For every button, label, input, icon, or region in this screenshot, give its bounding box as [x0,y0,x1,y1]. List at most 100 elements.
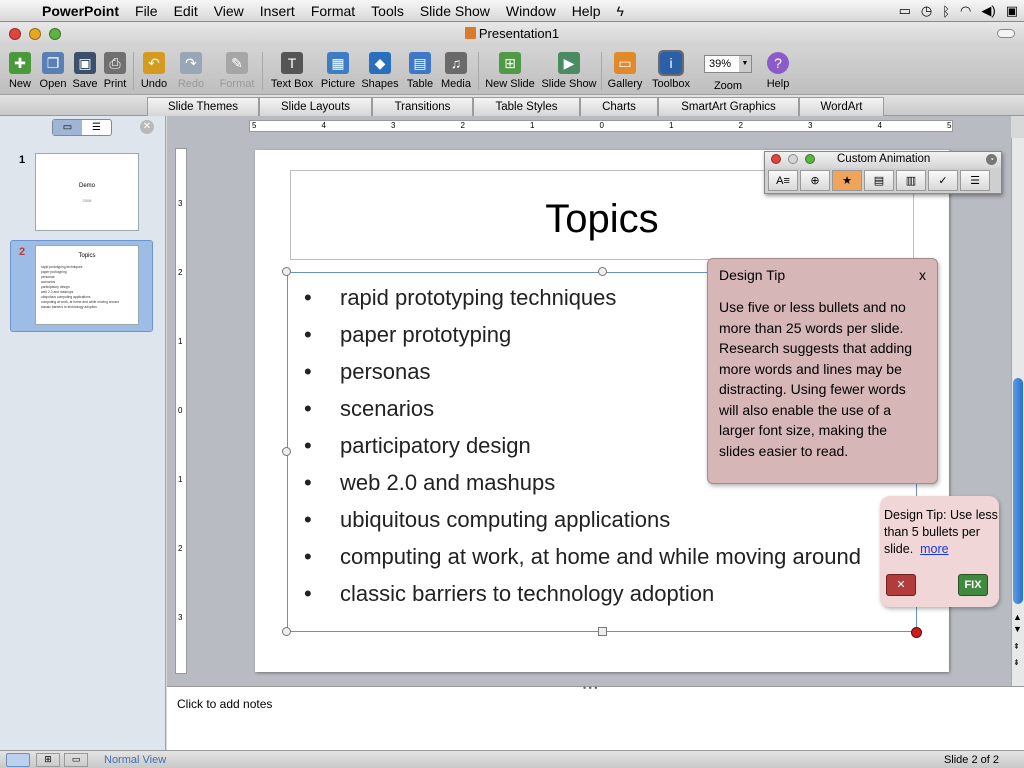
menu-tools[interactable]: Tools [363,0,412,22]
palette-zoom-icon[interactable] [805,154,815,164]
app-menu[interactable]: PowerPoint [34,0,127,22]
resize-handle[interactable] [598,267,607,276]
project-palette-icon[interactable]: ☰ [960,170,990,191]
scrollbar-thumb[interactable] [1013,378,1023,604]
fix-tip-button[interactable]: FIX [958,574,988,596]
slide-show-view-icon[interactable]: ▭ [64,753,88,767]
window-title-text: Presentation1 [478,26,560,41]
wifi-icon[interactable]: ◠ [960,3,971,19]
formatting-palette-icon[interactable]: A≡ [768,170,798,191]
tab-table-styles[interactable]: Table Styles [473,97,580,116]
palette-minimize-icon[interactable] [788,154,798,164]
menu-edit[interactable]: Edit [166,0,206,22]
tip-more-link[interactable]: more [920,542,948,556]
tab-slide-layouts[interactable]: Slide Layouts [259,97,372,116]
menu-format[interactable]: Format [303,0,363,22]
palette-title-bar[interactable]: Custom Animation ◔ [765,152,1001,168]
previous-slide-icon[interactable]: ⇞ [1013,642,1020,651]
format-button[interactable]: ✎ Format [216,46,258,94]
ruler-label: 2 [178,268,183,277]
slide-sorter-view-icon[interactable]: ⊞ [36,753,60,767]
input-menu-icon[interactable]: ▣ [1006,3,1018,19]
design-tip-close-button[interactable]: x [919,267,926,283]
bullet-item[interactable]: classic barriers to technology adoption [298,579,861,616]
notes-pane[interactable]: • • • Click to add notes [167,683,1024,750]
tab-charts[interactable]: Charts [580,97,658,116]
resize-handle[interactable] [282,627,291,636]
script-menu-icon[interactable]: ϟ [608,0,631,22]
tab-transitions[interactable]: Transitions [372,97,473,116]
outline-view-tab[interactable]: ☰ [82,120,111,135]
toolbar-separator [601,52,602,90]
compatibility-report-icon[interactable]: ✓ [928,170,958,191]
tab-slide-themes[interactable]: Slide Themes [147,97,259,116]
picture-button[interactable]: ▦ Picture [318,46,358,94]
custom-animation-icon[interactable]: ★ [832,170,862,191]
toolbox-button[interactable]: i Toolbox [648,46,694,94]
normal-view-icon[interactable] [6,753,30,767]
shapes-button[interactable]: ◆ Shapes [360,46,400,94]
save-button[interactable]: ▣ Save [70,46,100,94]
palette-settings-icon[interactable]: ◔ [986,154,997,165]
redo-button[interactable]: ↷ Redo [174,46,208,94]
menu-insert[interactable]: Insert [252,0,303,22]
slide-thumbnail-2[interactable]: Topics rapid prototyping techniques paper… [35,245,139,325]
apple-menu-icon[interactable] [0,0,34,22]
next-slide-icon[interactable]: ⇟ [1013,658,1020,667]
vertical-scrollbar[interactable]: ▲ ▼ ⇞ ⇟ [1011,138,1024,686]
ruler-label: 1 [669,121,674,130]
undo-button[interactable]: ↶ Undo [136,46,172,94]
zoom-control[interactable]: 39% ▼ Zoom [702,46,754,94]
zoom-field[interactable]: 39% ▼ [704,55,752,73]
gallery-button[interactable]: ▭ Gallery [605,46,645,94]
text-box-button[interactable]: T Text Box [267,46,317,94]
palette-close-icon[interactable] [771,154,781,164]
bullet-item[interactable]: ubiquitous computing applications [298,505,861,542]
resize-handle[interactable] [282,267,291,276]
new-button[interactable]: ✚ New [3,46,37,94]
menu-file[interactable]: File [127,0,166,22]
reference-tools-icon[interactable]: ▥ [896,170,926,191]
close-pane-icon[interactable]: ✕ [140,120,154,134]
slide-title[interactable]: Topics [291,197,913,242]
scroll-up-icon[interactable]: ▲ [1013,612,1022,622]
bluetooth-icon[interactable]: ᛒ [942,4,950,19]
help-button[interactable]: ? Help [762,46,794,94]
zoom-dropdown-icon[interactable]: ▼ [739,56,751,72]
dismiss-tip-button[interactable]: ✕ [886,574,916,596]
scroll-down-icon[interactable]: ▼ [1013,624,1022,634]
slides-pane: ▭ ☰ ✕ 1 Demo 2008 2 Topics rapid prototy… [0,116,166,750]
bullet-item[interactable]: computing at work, at home and while mov… [298,542,861,579]
menu-slide-show[interactable]: Slide Show [412,0,498,22]
shapes-icon: ◆ [369,52,391,74]
slide-show-button[interactable]: ▶ Slide Show [540,46,598,94]
toolbar-toggle-button[interactable] [997,29,1015,38]
volume-icon[interactable]: ◀) [981,3,995,19]
battery-icon[interactable]: ▭ [899,3,911,19]
media-button[interactable]: ♫ Media [438,46,474,94]
tab-wordart[interactable]: WordArt [799,97,884,116]
slide-thumbnail-1[interactable]: Demo 2008 [35,153,139,231]
redo-icon: ↷ [180,52,202,74]
menu-window[interactable]: Window [498,0,564,22]
slides-view-tab[interactable]: ▭ [53,120,82,135]
print-button[interactable]: ⎙ Print [100,46,130,94]
menu-view[interactable]: View [206,0,252,22]
time-machine-icon[interactable]: ◷ [921,3,932,19]
menu-help[interactable]: Help [564,0,609,22]
tip-anchor-marker[interactable] [911,627,922,638]
open-button[interactable]: ❐ Open [37,46,69,94]
ruler-label: 3 [391,121,396,130]
design-tip-popup: Design Tip x Use five or less bullets an… [707,258,938,484]
scrapbook-icon[interactable]: ▤ [864,170,894,191]
tab-smartart-graphics[interactable]: SmartArt Graphics [658,97,799,116]
new-slide-button[interactable]: ⊞ New Slide [482,46,538,94]
resize-handle[interactable] [598,627,607,636]
elements-gallery-tabs: Slide Themes Slide Layouts Transitions T… [0,94,1024,116]
notes-placeholder[interactable]: Click to add notes [177,697,272,711]
resize-handle[interactable] [282,447,291,456]
ruler-label: 0 [178,406,183,415]
object-palette-icon[interactable]: ⊕ [800,170,830,191]
notes-splitter[interactable]: • • • [583,683,597,693]
table-button[interactable]: ▤ Table [402,46,438,94]
